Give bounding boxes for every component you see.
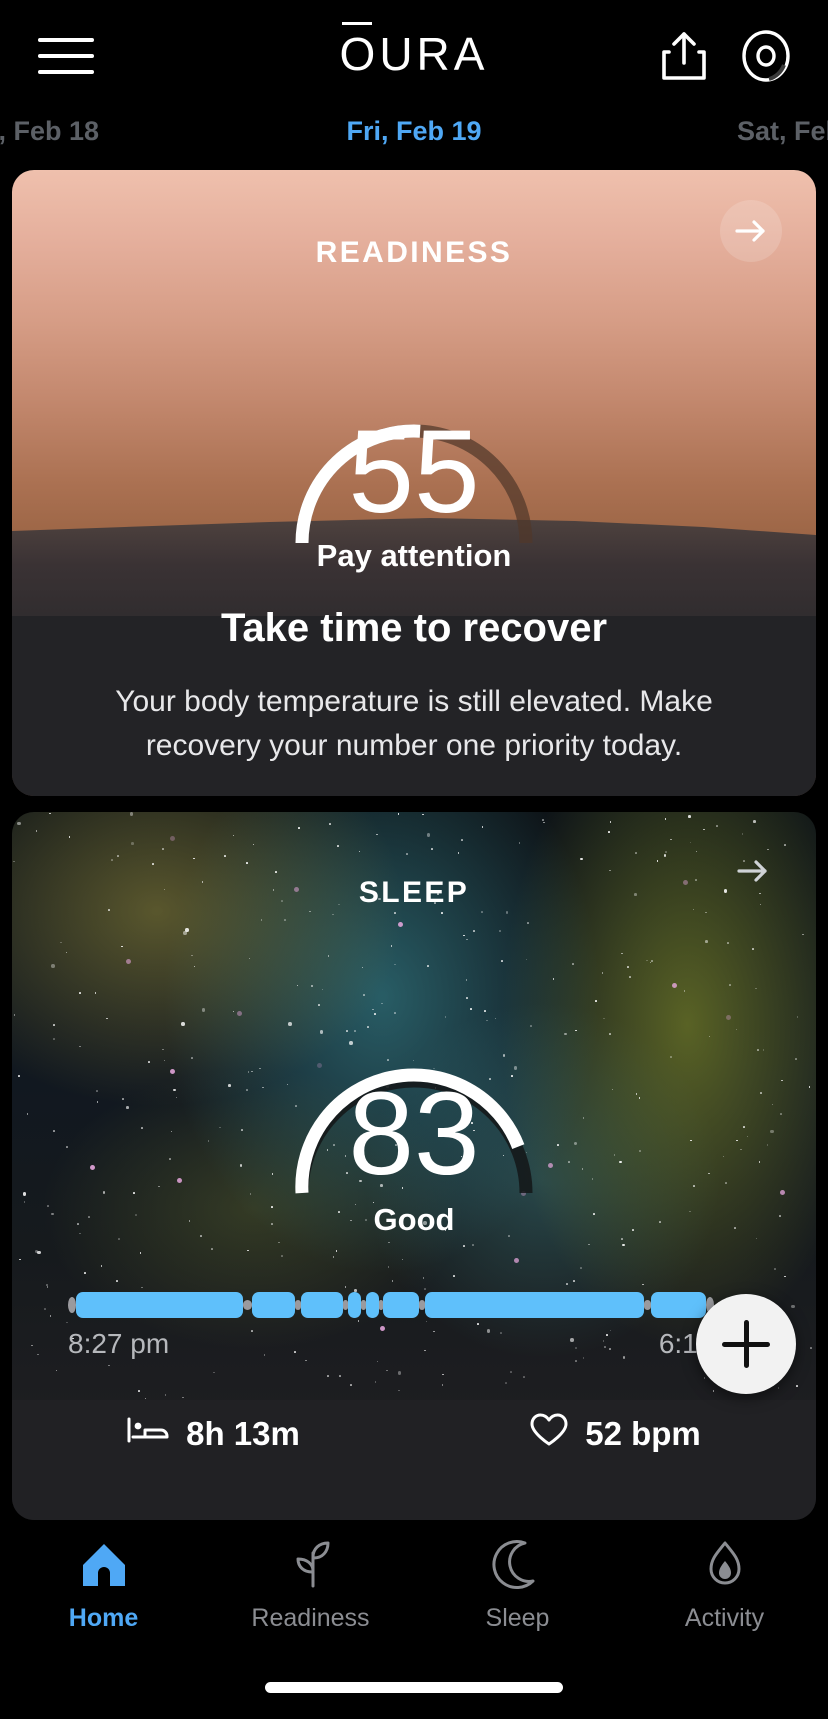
home-indicator xyxy=(265,1682,563,1693)
sleep-segment xyxy=(650,1292,706,1318)
logo-macron xyxy=(341,22,372,25)
sleep-card[interactable]: SLEEP 83 Good 8:27 pm 6:17 am xyxy=(12,812,816,1520)
heart-icon xyxy=(529,1412,569,1456)
nav-item-home[interactable]: Home xyxy=(0,1536,207,1633)
sleep-score-label: Good xyxy=(373,1202,455,1237)
app-logo: OURA xyxy=(339,22,489,80)
readiness-score-label: Pay attention xyxy=(316,538,512,573)
share-icon[interactable] xyxy=(656,28,712,84)
awake-segment xyxy=(342,1300,348,1310)
sleep-segment xyxy=(365,1292,380,1318)
sleep-title: SLEEP xyxy=(358,876,470,909)
sleep-timeline-times: 8:27 pm 6:17 am xyxy=(68,1328,760,1360)
sleep-segment xyxy=(383,1292,419,1318)
nav-item-activity[interactable]: Activity xyxy=(621,1536,828,1633)
flame-icon xyxy=(696,1536,754,1594)
home-icon xyxy=(75,1536,133,1594)
sleep-card-content: SLEEP 83 Good 8:27 pm 6:17 am xyxy=(12,812,816,1520)
app-logo-text: OURA xyxy=(339,28,489,80)
nav-label-readiness: Readiness xyxy=(251,1604,370,1632)
sleep-segment xyxy=(424,1292,644,1318)
nav-label-activity: Activity xyxy=(684,1604,765,1632)
app-screen: OURA u, Feb 18 Fri, Feb 19 Sat, xyxy=(0,0,828,1719)
sleep-duration-value: 8h 13m xyxy=(186,1415,300,1452)
date-next[interactable]: Sat, Feb xyxy=(737,116,828,147)
hamburger-line xyxy=(38,38,94,42)
bottom-navigation: Home Readiness Sleep Activity xyxy=(0,1520,828,1719)
readiness-headline: Take time to recover xyxy=(220,606,608,650)
sleep-stats-row: 8h 13m 52 bpm xyxy=(12,1412,816,1456)
sleep-segment xyxy=(301,1292,343,1318)
app-header: OURA xyxy=(0,0,828,108)
bed-icon xyxy=(126,1415,170,1453)
hamburger-line xyxy=(38,70,94,74)
plus-icon-vertical xyxy=(743,1320,749,1368)
awake-segment xyxy=(643,1300,651,1310)
sleep-timeline[interactable]: 8:27 pm 6:17 am xyxy=(68,1292,760,1360)
header-actions xyxy=(656,28,794,84)
moon-icon xyxy=(489,1536,547,1594)
add-button[interactable] xyxy=(696,1294,796,1394)
sleep-endpoint-dot xyxy=(68,1297,77,1313)
sleep-timeline-bar xyxy=(68,1292,760,1318)
readiness-card-content: READINESS 55 Pay attention Take time to … xyxy=(12,170,816,796)
sleep-segment xyxy=(252,1292,295,1318)
nav-label-sleep: Sleep xyxy=(485,1604,550,1632)
sleep-segment xyxy=(347,1292,361,1318)
readiness-title: READINESS xyxy=(315,236,513,269)
hamburger-line xyxy=(38,54,94,58)
nav-item-sleep[interactable]: Sleep xyxy=(414,1536,621,1633)
bedtime-start: 8:27 pm xyxy=(68,1328,170,1359)
hamburger-menu-icon[interactable] xyxy=(38,38,94,74)
leaf-icon xyxy=(282,1536,340,1594)
nav-label-home: Home xyxy=(68,1604,139,1632)
ring-status-icon[interactable] xyxy=(738,28,794,84)
sleep-score: 83 xyxy=(348,1068,480,1200)
readiness-card[interactable]: READINESS 55 Pay attention Take time to … xyxy=(12,170,816,796)
sleep-duration-stat: 8h 13m xyxy=(12,1412,414,1456)
heart-rate-value: 52 bpm xyxy=(585,1415,701,1452)
readiness-body-text: Your body temperature is still elevated.… xyxy=(115,685,713,763)
readiness-score: 55 xyxy=(348,406,480,538)
date-current[interactable]: Fri, Feb 19 xyxy=(346,116,481,147)
heart-rate-stat: 52 bpm xyxy=(414,1412,816,1456)
awake-segment xyxy=(360,1300,366,1310)
date-previous[interactable]: u, Feb 18 xyxy=(0,116,99,147)
awake-segment xyxy=(243,1300,253,1310)
sleep-segment xyxy=(76,1292,244,1318)
nav-item-readiness[interactable]: Readiness xyxy=(207,1536,414,1633)
